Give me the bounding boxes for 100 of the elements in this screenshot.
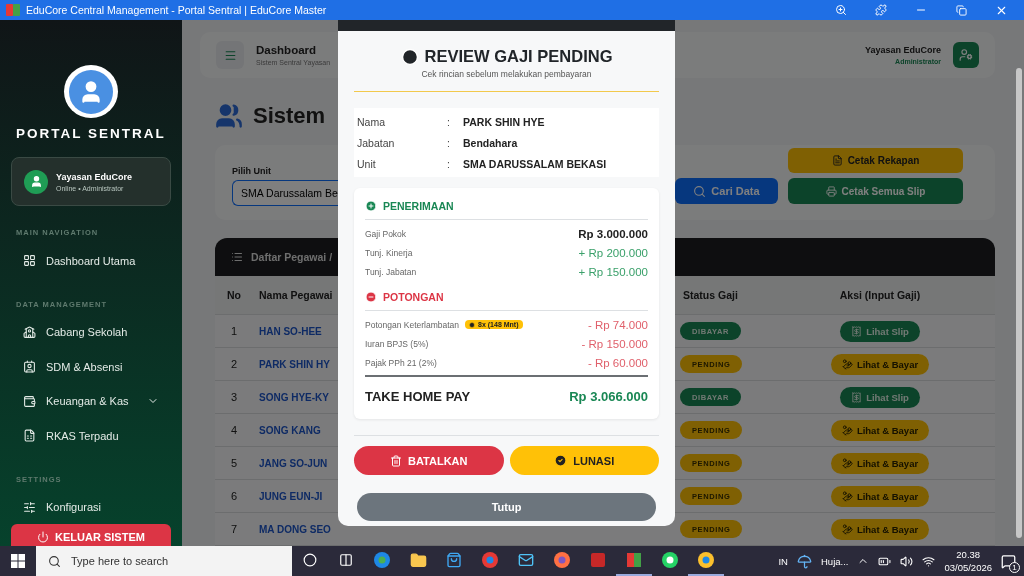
volume-icon[interactable] bbox=[900, 554, 914, 568]
line-amount: - Rp 60.000 bbox=[587, 356, 648, 369]
hand-coins-icon bbox=[841, 523, 853, 535]
cancel-button[interactable]: BATALKAN bbox=[354, 446, 504, 475]
printer-icon bbox=[825, 185, 837, 197]
receipt-icon bbox=[851, 391, 863, 403]
line-amount: Rp 3.000.000 bbox=[578, 227, 648, 240]
app-logo-icon bbox=[6, 4, 20, 16]
info-colon: : bbox=[447, 115, 451, 128]
wifi-icon[interactable] bbox=[922, 554, 936, 568]
employee-name-link[interactable]: PARK SHIN HY bbox=[259, 358, 330, 370]
nav-icon bbox=[23, 394, 36, 408]
pay-button[interactable]: LUNASI bbox=[509, 446, 659, 475]
line-amount: - Rp 150.000 bbox=[581, 337, 648, 350]
info-label: Nama bbox=[357, 115, 386, 128]
table-cell-text: 4 bbox=[230, 424, 238, 436]
user-name: Yayasan EduCore bbox=[56, 171, 133, 182]
nav-item[interactable]: Dashboard Utama bbox=[11, 243, 171, 278]
action-button[interactable]: Lihat Slip bbox=[840, 386, 920, 408]
nav-icon bbox=[23, 360, 36, 374]
receipt-icon bbox=[851, 325, 863, 337]
print-all-button[interactable]: Cetak Semua Slip bbox=[788, 178, 963, 204]
line-amount: + Rp 150.000 bbox=[578, 265, 648, 278]
field-label: Pilih Unit bbox=[232, 165, 272, 176]
column-header: Aksi (Input Gaji) bbox=[839, 289, 921, 301]
action-button[interactable]: Lihat & Bayar bbox=[830, 452, 930, 474]
info-value: SMA DARUSSALAM BEKASI bbox=[463, 157, 608, 170]
action-button[interactable]: Lihat & Bayar bbox=[830, 485, 930, 507]
info-value: Bendahara bbox=[463, 136, 519, 149]
employee-name-link[interactable]: SONG KANG bbox=[259, 424, 321, 436]
minus-icon bbox=[365, 291, 377, 303]
action-button[interactable]: Lihat Slip bbox=[840, 320, 920, 342]
action-button[interactable]: Lihat & Bayar bbox=[830, 353, 930, 375]
section-heading: POTONGAN bbox=[383, 291, 444, 303]
user-avatar-icon bbox=[24, 169, 48, 194]
extension-icon[interactable] bbox=[875, 4, 887, 16]
employee-name-link[interactable]: JUNG EUN-JI bbox=[259, 490, 323, 502]
hand-coins-icon bbox=[841, 358, 853, 370]
list-icon bbox=[231, 251, 243, 263]
notification-icon[interactable] bbox=[1001, 553, 1016, 569]
table-cell-text: 6 bbox=[230, 490, 238, 502]
line-label: Iuran BPJS (5%) bbox=[365, 338, 429, 349]
hand-coins-icon bbox=[841, 490, 853, 502]
nav-item[interactable]: Konfigurasi bbox=[11, 489, 171, 525]
employee-name-link[interactable]: SONG HYE-KY bbox=[259, 391, 329, 403]
nav-item[interactable]: Keuangan & Kas bbox=[11, 383, 171, 419]
employee-name-link[interactable]: JANG SO-JUN bbox=[259, 457, 328, 469]
close-button[interactable]: Tutup bbox=[357, 493, 656, 521]
hand-coins-icon bbox=[841, 424, 853, 436]
windows-start-icon[interactable] bbox=[11, 554, 25, 568]
nav-item[interactable]: RKAS Terpadu bbox=[11, 418, 171, 453]
language-indicator[interactable]: IN bbox=[778, 555, 788, 567]
mail-icon[interactable] bbox=[518, 552, 534, 568]
app-icon[interactable] bbox=[590, 552, 606, 568]
nav-icon bbox=[23, 254, 36, 268]
check-icon bbox=[554, 454, 568, 467]
power-icon bbox=[37, 530, 50, 543]
table-cell-text: 3 bbox=[230, 391, 238, 403]
info-label: Unit bbox=[357, 157, 377, 170]
trash-icon bbox=[390, 454, 402, 467]
employee-name-link[interactable]: HAN SO-HEE bbox=[259, 325, 322, 337]
store-icon[interactable] bbox=[446, 552, 462, 568]
nav-item[interactable]: SDM & Absensi bbox=[11, 349, 171, 384]
search-icon bbox=[48, 554, 61, 568]
modal-title: REVIEW GAJI PENDING bbox=[424, 47, 613, 66]
action-button[interactable]: Lihat & Bayar bbox=[830, 419, 930, 441]
logout-button[interactable]: KELUAR SISTEM bbox=[11, 524, 171, 546]
search-button[interactable]: Cari Data bbox=[675, 178, 778, 204]
folder-icon[interactable] bbox=[409, 551, 427, 569]
document-icon bbox=[831, 155, 843, 166]
table-cell-text: 2 bbox=[230, 358, 238, 370]
clock-date[interactable]: 03/05/2026 bbox=[944, 561, 992, 574]
employee-name-link[interactable]: MA DONG SEO bbox=[259, 523, 331, 535]
task-view-icon[interactable] bbox=[339, 553, 353, 567]
nav-icon bbox=[23, 500, 36, 514]
app-icon[interactable] bbox=[626, 552, 642, 568]
clock-time[interactable]: 20.38 bbox=[944, 548, 992, 561]
umbrella-icon[interactable] bbox=[797, 553, 812, 569]
menu-icon bbox=[223, 48, 237, 62]
taskbar-search-field[interactable]: Type here to search bbox=[36, 546, 292, 576]
search-icon bbox=[693, 184, 707, 198]
zoom-icon[interactable] bbox=[835, 4, 847, 16]
column-header: Nama Pegawai bbox=[259, 289, 333, 301]
cortana-icon[interactable] bbox=[303, 553, 317, 567]
print-recap-button[interactable]: Cetak Rekapan bbox=[788, 148, 963, 173]
info-value: PARK SHIN HYE bbox=[463, 115, 546, 128]
user-settings-icon bbox=[959, 48, 973, 62]
line-label: Tunj. Jabatan bbox=[365, 266, 417, 277]
total-label: TAKE HOME PAY bbox=[365, 388, 471, 404]
line-label: Gaji Pokok bbox=[365, 228, 407, 239]
line-label: Pajak PPh 21 (2%) bbox=[365, 357, 437, 368]
hand-coins-icon bbox=[841, 457, 853, 469]
table-cell-text: 7 bbox=[230, 523, 238, 535]
nav-item[interactable]: Cabang Sekolah bbox=[11, 314, 171, 350]
column-header: Status Gaji bbox=[682, 289, 738, 301]
admin-button[interactable] bbox=[953, 42, 979, 68]
restore-icon[interactable] bbox=[955, 4, 967, 16]
action-button[interactable]: Lihat & Bayar bbox=[830, 518, 930, 540]
weather-text[interactable]: Huja... bbox=[821, 555, 849, 567]
line-label: Potongan Keterlambatan bbox=[365, 319, 460, 330]
